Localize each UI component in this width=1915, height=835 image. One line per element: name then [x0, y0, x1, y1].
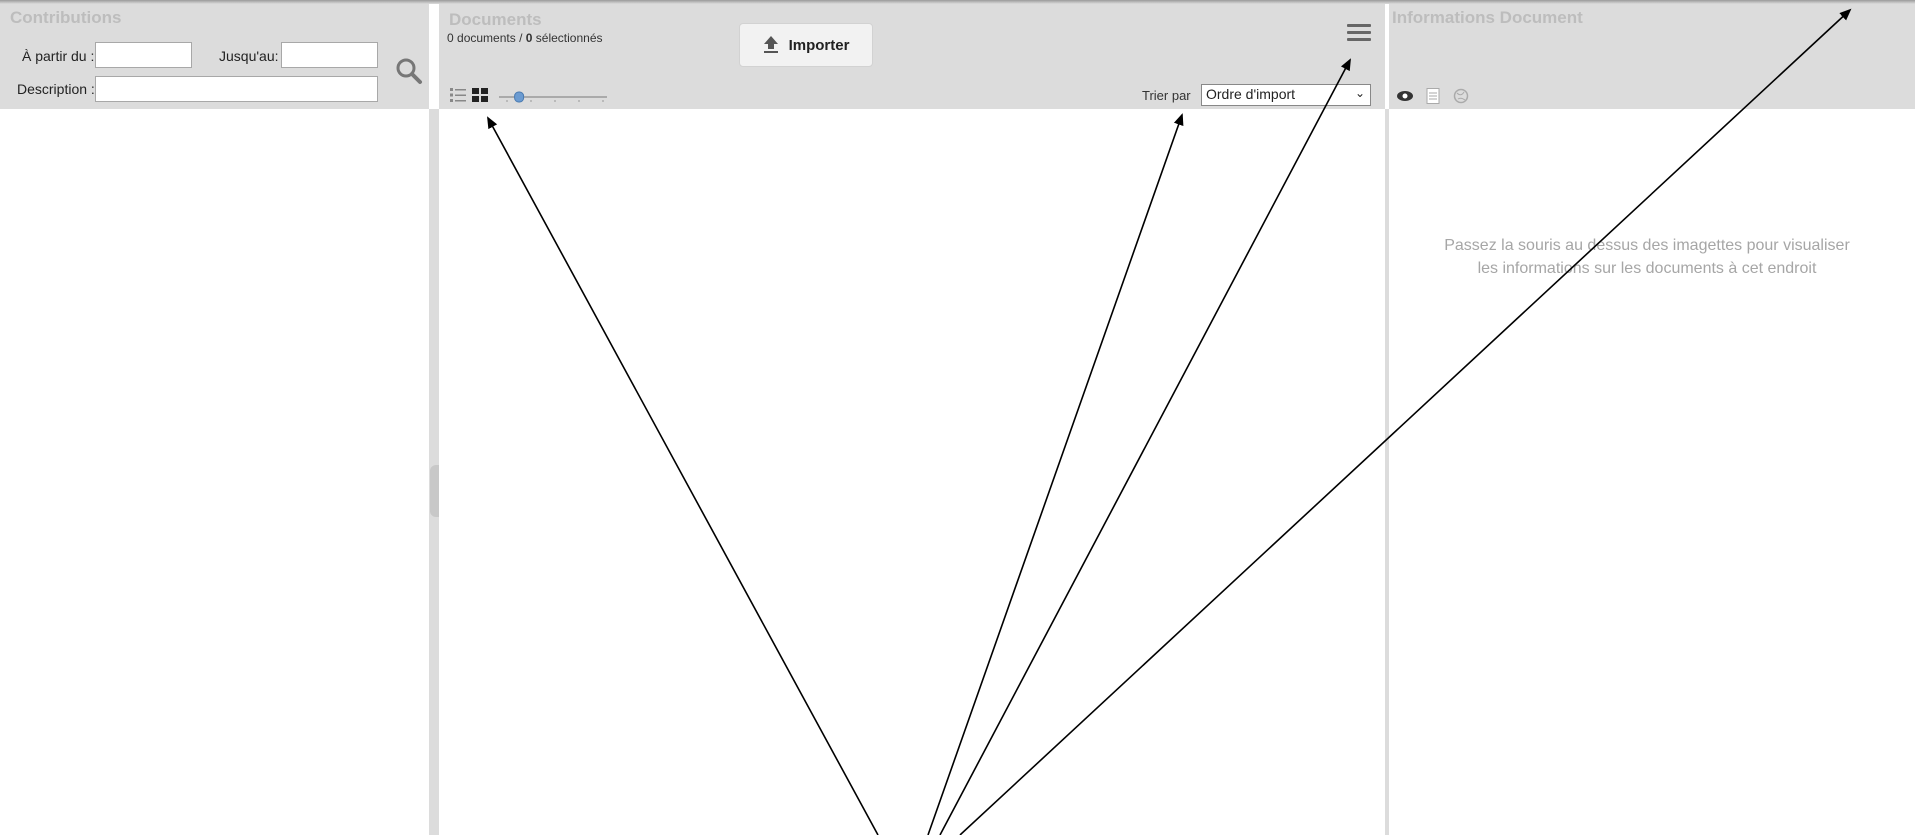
- zoom-slider-thumb[interactable]: [514, 91, 525, 103]
- documents-header: Documents 0 documents / 0 sélectionnés I…: [439, 4, 1385, 109]
- from-date-label: À partir du :: [22, 48, 95, 64]
- documents-count-number: 0: [447, 31, 454, 45]
- hint-line-2: les informations sur les documents à cet…: [1477, 260, 1817, 277]
- import-label: Importer: [788, 36, 850, 54]
- documents-panel: Documents 0 documents / 0 sélectionnés I…: [439, 4, 1385, 835]
- document-icon[interactable]: [1424, 88, 1442, 104]
- import-button[interactable]: Importer: [739, 23, 873, 67]
- upload-icon: [763, 36, 778, 53]
- grid-view-icon[interactable]: [472, 87, 488, 103]
- contributions-panel: Contributions À partir du : Jusqu'au: De…: [0, 4, 429, 835]
- globe-icon[interactable]: [1452, 88, 1470, 104]
- document-info-panel: Informations Document Passez la souris a…: [1389, 4, 1915, 835]
- description-input[interactable]: [95, 76, 378, 102]
- hamburger-icon[interactable]: [1347, 24, 1371, 44]
- document-info-title: Informations Document: [1392, 8, 1583, 27]
- document-info-header: Informations Document: [1389, 4, 1915, 109]
- documents-title: Documents: [449, 10, 542, 29]
- documents-count: 0 documents / 0 sélectionnés: [447, 31, 603, 45]
- sort-select-value: Ordre d'import: [1206, 86, 1296, 102]
- sort-select[interactable]: Ordre d'import ⌄: [1201, 84, 1371, 106]
- contributions-header: Contributions À partir du : Jusqu'au: De…: [0, 4, 429, 109]
- search-icon: [396, 58, 422, 84]
- chevron-down-icon: ⌄: [1354, 86, 1365, 100]
- description-label: Description :: [17, 81, 95, 97]
- hint-line-1: Passez la souris au dessus des imagettes…: [1444, 237, 1850, 254]
- document-info-toolbar: [1396, 88, 1470, 104]
- selected-count-number: 0: [525, 31, 533, 45]
- document-info-hint: Passez la souris au dessus des imagettes…: [1399, 234, 1895, 280]
- search-button[interactable]: [395, 56, 423, 86]
- to-date-label: Jusqu'au:: [219, 48, 279, 64]
- eye-icon[interactable]: [1396, 88, 1414, 104]
- selected-count-suffix: sélectionnés: [535, 31, 603, 45]
- from-date-input[interactable]: [95, 42, 192, 68]
- collapse-left-handle[interactable]: [430, 465, 439, 517]
- list-view-icon[interactable]: [450, 87, 466, 103]
- to-date-input[interactable]: [281, 42, 378, 68]
- zoom-slider[interactable]: [497, 90, 609, 103]
- sort-label: Trier par: [1142, 88, 1191, 103]
- contributions-title: Contributions: [10, 8, 122, 27]
- documents-count-suffix: documents /: [457, 31, 523, 45]
